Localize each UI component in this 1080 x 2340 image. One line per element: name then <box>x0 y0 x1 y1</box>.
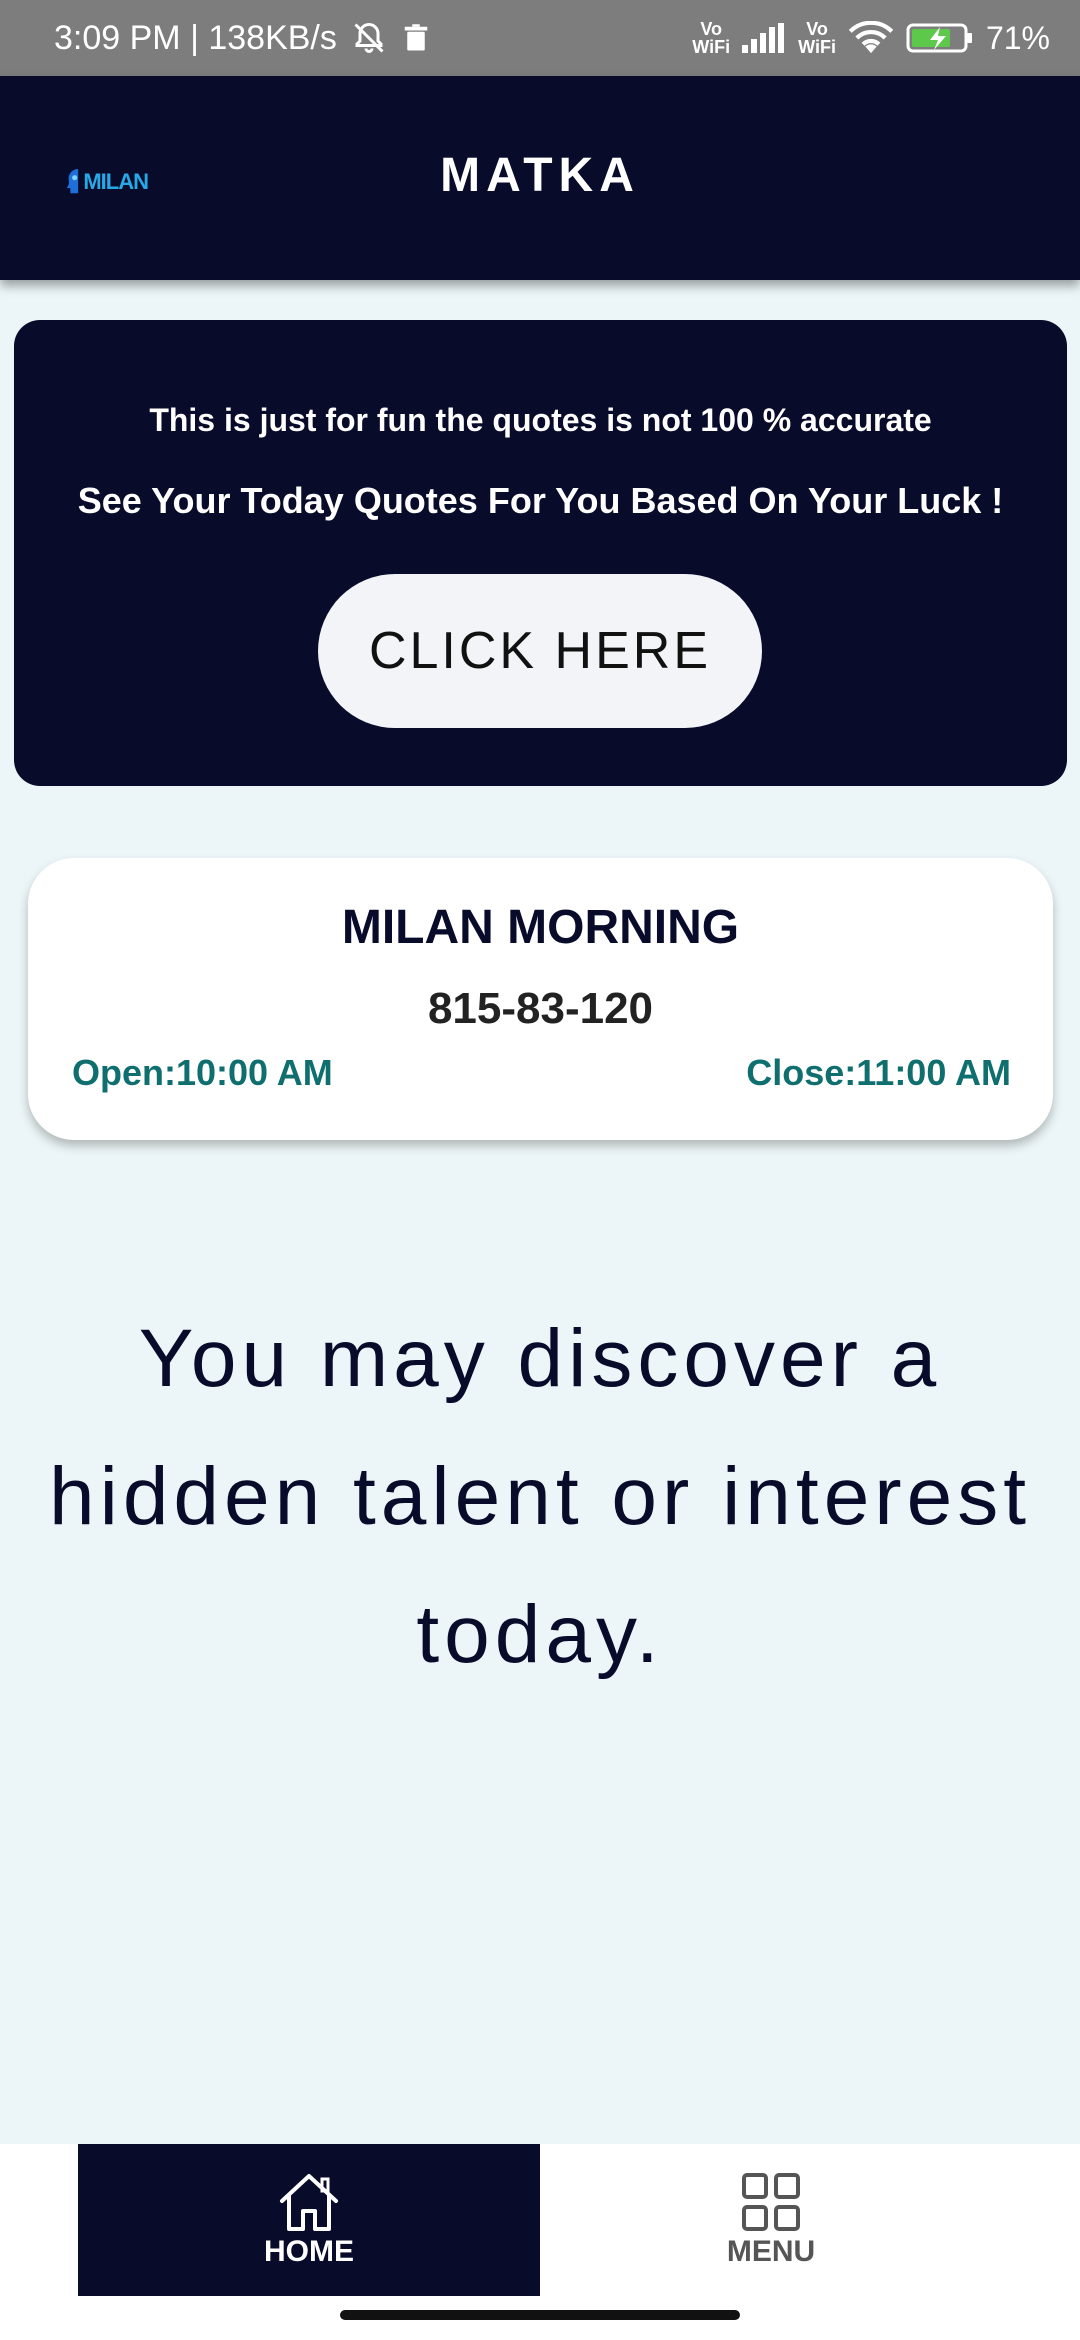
market-open-time: Open:10:00 AM <box>72 1052 333 1093</box>
gesture-navigation-bar[interactable] <box>340 2310 740 2320</box>
status-left: 3:09 PM | 138KB/s <box>54 19 431 58</box>
market-close-time: Close:11:00 AM <box>746 1052 1011 1093</box>
promo-card: This is just for fun the quotes is not 1… <box>14 320 1067 786</box>
status-bar: 3:09 PM | 138KB/s Vo WiFi Vo WiFi 71% <box>0 0 1080 76</box>
battery-charging-icon <box>906 22 974 54</box>
app-header: MILAN MATKA <box>0 76 1080 280</box>
grid-menu-icon <box>742 2173 800 2231</box>
battery-percent: 71% <box>985 19 1050 56</box>
home-icon <box>280 2174 338 2231</box>
vowifi-indicator-1: Vo WiFi <box>692 20 730 56</box>
click-here-button[interactable]: CLICK HERE <box>318 574 762 728</box>
daily-quote: You may discover a hidden talent or inte… <box>49 1313 1031 1680</box>
app-screen: 3:09 PM | 138KB/s Vo WiFi Vo WiFi 71% MI… <box>0 0 1080 2340</box>
nav-menu-tab[interactable]: MENU <box>540 2144 1002 2296</box>
wifi-icon <box>848 21 894 55</box>
vowifi-1-top: Vo <box>700 19 723 39</box>
promo-disclaimer: This is just for fun the quotes is not 1… <box>149 402 932 438</box>
status-right: Vo WiFi Vo WiFi 71% <box>692 20 1050 57</box>
vowifi-indicator-2: Vo WiFi <box>798 20 836 56</box>
promo-headline: See Your Today Quotes For You Based On Y… <box>77 480 1004 521</box>
nav-home-label: HOME <box>264 2235 354 2268</box>
signal-bars-icon <box>742 23 786 53</box>
trash-icon <box>401 22 431 54</box>
vowifi-1-bottom: WiFi <box>692 37 731 57</box>
vowifi-2-bottom: WiFi <box>798 37 836 57</box>
market-result: 815-83-120 <box>427 984 654 1033</box>
nav-home-tab[interactable]: HOME <box>78 2144 540 2296</box>
status-time-speed: 3:09 PM | 138KB/s <box>54 18 337 57</box>
muted-bell-icon <box>351 20 387 56</box>
vowifi-2-top: Vo <box>806 19 828 39</box>
market-name: MILAN MORNING <box>341 901 740 954</box>
app-title: MATKA <box>440 149 640 202</box>
nav-menu-label: MENU <box>726 2235 816 2268</box>
market-card[interactable]: MILAN MORNING 815-83-120 Open:10:00 AM C… <box>28 858 1053 1140</box>
